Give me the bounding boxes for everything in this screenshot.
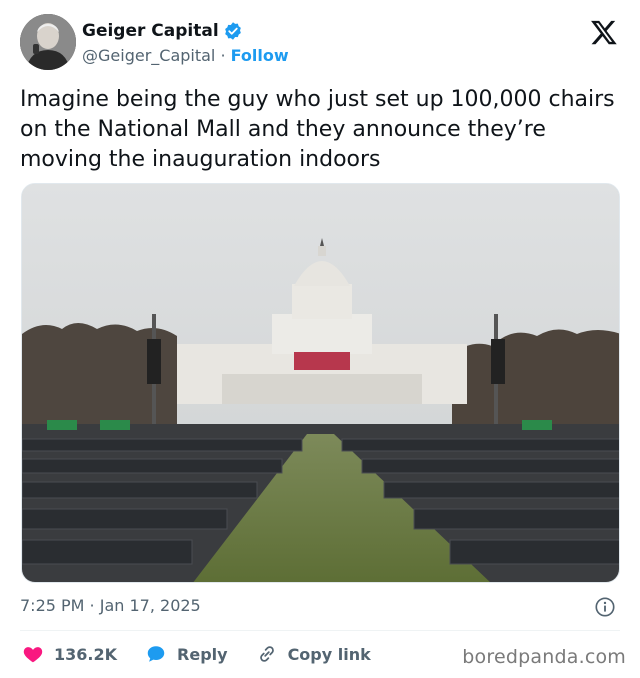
timestamp[interactable]: 7:25 PM · Jan 17, 2025 bbox=[20, 596, 201, 615]
like-button[interactable]: 136.2K bbox=[22, 643, 117, 665]
copy-link-button[interactable]: Copy link bbox=[256, 643, 371, 665]
link-icon bbox=[259, 646, 274, 662]
tweet-meta: 7:25 PM · Jan 17, 2025 bbox=[20, 596, 620, 618]
copy-link-label: Copy link bbox=[287, 644, 371, 664]
x-logo-icon[interactable] bbox=[590, 18, 618, 46]
watermark: boredpanda.com bbox=[462, 646, 626, 668]
divider bbox=[20, 630, 620, 631]
reply-label: Reply bbox=[177, 644, 228, 664]
tweet-header: Geiger Capital @Geiger_Capital · Follow bbox=[20, 14, 620, 72]
reply-bubble-icon bbox=[147, 646, 165, 662]
handle-row: @Geiger_Capital · Follow bbox=[82, 46, 289, 65]
heart-icon bbox=[23, 647, 43, 663]
tweet-actions: 136.2K Reply Copy link bbox=[22, 642, 399, 666]
like-count: 136.2K bbox=[54, 644, 118, 664]
separator: · bbox=[215, 46, 231, 65]
display-name[interactable]: Geiger Capital bbox=[82, 21, 219, 41]
avatar[interactable] bbox=[20, 14, 76, 70]
follow-button[interactable]: Follow bbox=[231, 46, 289, 65]
tweet-text: Imagine being the guy who just set up 10… bbox=[20, 87, 615, 172]
tweet-photo[interactable] bbox=[21, 183, 620, 583]
info-icon[interactable] bbox=[594, 596, 616, 618]
verified-badge-icon bbox=[223, 21, 243, 41]
handle[interactable]: @Geiger_Capital bbox=[82, 46, 215, 65]
reply-button[interactable]: Reply bbox=[145, 643, 228, 665]
